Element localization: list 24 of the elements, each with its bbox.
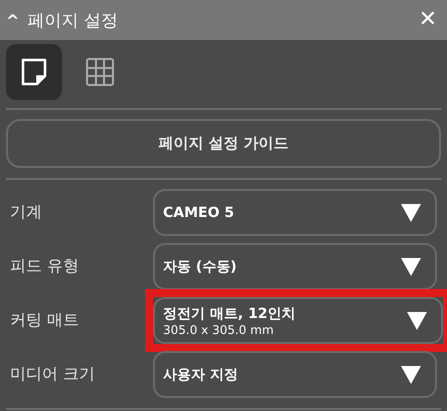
dropdown-arrow-icon xyxy=(407,312,427,330)
field-label: 미디어 크기 xyxy=(9,364,96,385)
dropdown-detail: 305.0 x 305.0 mm xyxy=(163,322,275,336)
dropdown-arrow-icon xyxy=(401,204,421,222)
close-button[interactable]: ✕ xyxy=(414,9,441,31)
page-icon xyxy=(21,58,47,86)
dropdown-arrow-icon xyxy=(401,366,421,384)
collapse-icon[interactable]: ^ xyxy=(6,10,20,30)
dropdown-value: 자동 (수동) xyxy=(163,258,238,276)
grid-icon xyxy=(86,58,114,86)
dropdown-arrow-icon xyxy=(401,258,421,276)
dropdown[interactable]: CAMEO 5 xyxy=(153,189,437,236)
dropdown-value: CAMEO 5 xyxy=(163,204,236,220)
dropdown-value: 정전기 매트, 12인치 xyxy=(163,304,297,322)
guide-button[interactable]: 페이지 설정 가이드 xyxy=(6,119,441,168)
panel-title: 페이지 설정 xyxy=(27,10,119,32)
dropdown[interactable]: 자동 (수동) xyxy=(153,243,437,290)
dropdown[interactable]: 정전기 매트, 12인치 305.0 x 305.0 mm xyxy=(153,297,443,344)
field-label: 커팅 매트 xyxy=(9,310,80,331)
field-label: 기계 xyxy=(9,202,43,223)
page-tab[interactable] xyxy=(6,44,62,100)
dropdown-value: 사용자 지정 xyxy=(163,366,239,384)
dropdown[interactable]: 사용자 지정 xyxy=(153,351,437,398)
field-label: 피드 유형 xyxy=(9,256,80,277)
